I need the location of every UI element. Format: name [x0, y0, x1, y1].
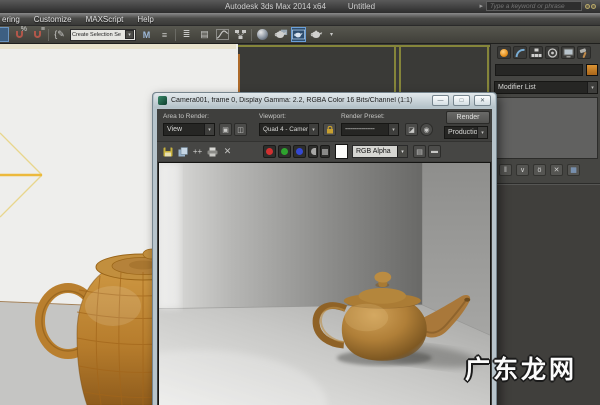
viewport-dropdown[interactable]: Quad 4 - Camera0 ▾	[259, 123, 319, 136]
edit-named-selection-sets-icon[interactable]: {✎	[52, 27, 67, 42]
viewport-label: Viewport:	[259, 113, 286, 120]
render-setup-icon[interactable]	[273, 27, 288, 42]
percent-snap-icon[interactable]: %	[12, 26, 27, 42]
material-editor-icon[interactable]	[255, 27, 270, 42]
tab-utilities-icon[interactable]	[577, 46, 591, 59]
menu-help[interactable]: Help	[137, 15, 153, 24]
maximize-button[interactable]: □	[453, 95, 470, 106]
area-to-render-label: Area to Render:	[163, 113, 209, 120]
modifier-stack-list[interactable]	[494, 97, 598, 159]
tab-create-icon[interactable]	[497, 46, 511, 59]
menubar: ering Customize MAXScript Help	[0, 13, 600, 26]
rendered-frame-window-icon[interactable]	[291, 27, 306, 42]
make-unique-button[interactable]: ö	[533, 164, 546, 176]
monochrome-button[interactable]	[320, 145, 330, 158]
blue-channel-button[interactable]	[293, 145, 306, 158]
curve-editor-icon[interactable]	[215, 27, 230, 42]
render-button[interactable]: Render	[446, 111, 490, 124]
manage-layers-icon[interactable]: ≣	[179, 27, 194, 42]
render-flyout-arrow-icon[interactable]: ▾	[327, 27, 336, 42]
auto-region-button[interactable]: ◫	[234, 123, 247, 136]
dropdown-arrow-icon[interactable]: ▾	[587, 82, 597, 93]
rfw-titlebar[interactable]: Camera001, frame 0, Display Gamma: 2.2, …	[154, 93, 495, 108]
main-toolbar: % ≡ {✎ Create Selection Se ▾ M ≡ ≣ ▤ ▾	[0, 26, 600, 44]
dropdown-arrow-icon[interactable]: ▾	[125, 30, 134, 39]
green-channel-button[interactable]	[278, 145, 291, 158]
remove-modifier-button[interactable]: ✕	[550, 164, 563, 176]
channel-display-dropdown[interactable]: RGB Alpha ▾	[352, 145, 408, 158]
named-selection-set-dropdown[interactable]: Create Selection Se ▾	[70, 28, 136, 41]
app-title: Autodesk 3ds Max 2014 x64	[224, 2, 326, 11]
clear-icon[interactable]: ✕	[221, 145, 234, 158]
copy-image-icon[interactable]	[176, 145, 189, 158]
rfw-body: Area to Render: View ▾ ▣ ◫ Viewport: Quad…	[157, 109, 492, 405]
object-name-field[interactable]	[495, 64, 583, 76]
viewport-border	[238, 45, 490, 47]
configure-modifier-sets-button[interactable]: ▦	[567, 164, 580, 176]
rfw-toolbar2: ++ ✕ RGB Alpha ▾ ▤ ▬	[157, 141, 492, 161]
tab-display-icon[interactable]	[561, 46, 575, 59]
red-channel-button[interactable]	[263, 145, 276, 158]
render-image[interactable]	[158, 162, 491, 405]
select-region-icon[interactable]	[0, 27, 9, 42]
align-icon[interactable]: ≡	[157, 27, 172, 42]
pin-stack-button[interactable]: ‖	[499, 164, 512, 176]
edit-region-button[interactable]: ▣	[219, 123, 232, 136]
search-input[interactable]	[486, 1, 582, 11]
rendered-frame-window[interactable]: Camera001, frame 0, Display Gamma: 2.2, …	[152, 92, 497, 405]
render-preset-dropdown[interactable]: ---------------- ▾	[341, 123, 399, 136]
render-production-icon[interactable]	[309, 27, 324, 42]
area-to-render-dropdown[interactable]: View ▾	[163, 123, 215, 136]
graphite-ribbon-icon[interactable]: ▤	[197, 27, 212, 42]
spinner-snap-icon[interactable]: ≡	[30, 26, 45, 42]
save-image-icon[interactable]	[161, 145, 174, 158]
show-end-result-button[interactable]: ∨	[516, 164, 529, 176]
tab-hierarchy-icon[interactable]	[529, 46, 543, 59]
menu-maxscript[interactable]: MAXScript	[86, 15, 124, 24]
tab-motion-icon[interactable]	[545, 46, 559, 59]
clone-rfw-icon[interactable]: ++	[191, 145, 204, 158]
tab-modify-icon[interactable]	[513, 46, 527, 59]
menu-customize[interactable]: Customize	[34, 15, 72, 24]
menu-rendering[interactable]: ering	[2, 15, 20, 24]
3dsmax-window: Autodesk 3ds Max 2014 x64 Untitled ▸ eri…	[0, 0, 600, 405]
modifier-list-dropdown[interactable]: Modifier List ▾	[494, 81, 598, 94]
alpha-channel-button[interactable]	[308, 145, 318, 158]
toggle-ui-overlays-button[interactable]: ▤	[413, 145, 426, 158]
mirror-icon[interactable]: M	[139, 27, 154, 42]
pixel-color-swatch[interactable]	[335, 144, 348, 159]
render-setup-dialog-button[interactable]: ◪	[405, 123, 418, 136]
close-button[interactable]: ✕	[474, 95, 491, 106]
minimize-button[interactable]: —	[432, 95, 449, 106]
print-image-icon[interactable]	[206, 145, 219, 158]
toggle-ui-button[interactable]: ▬	[428, 145, 441, 158]
document-title: Untitled	[347, 2, 376, 11]
object-color-swatch[interactable]	[586, 64, 598, 76]
rfw-title: Camera001, frame 0, Display Gamma: 2.2, …	[171, 97, 413, 104]
environment-dialog-button[interactable]: ◉	[420, 123, 433, 136]
render-mode-dropdown[interactable]: Production ▾	[444, 126, 488, 139]
search-expand-icon[interactable]: ▸	[479, 2, 483, 10]
titlebar: Autodesk 3ds Max 2014 x64 Untitled ▸	[0, 0, 600, 13]
viewport-lock-button[interactable]	[323, 123, 336, 136]
render-scene	[159, 163, 490, 405]
render-preset-label: Render Preset:	[341, 113, 385, 120]
binoculars-icon[interactable]	[585, 3, 596, 9]
schematic-view-icon[interactable]	[233, 27, 248, 42]
rfw-app-icon	[158, 96, 167, 105]
watermark: 广东龙网	[465, 356, 578, 384]
